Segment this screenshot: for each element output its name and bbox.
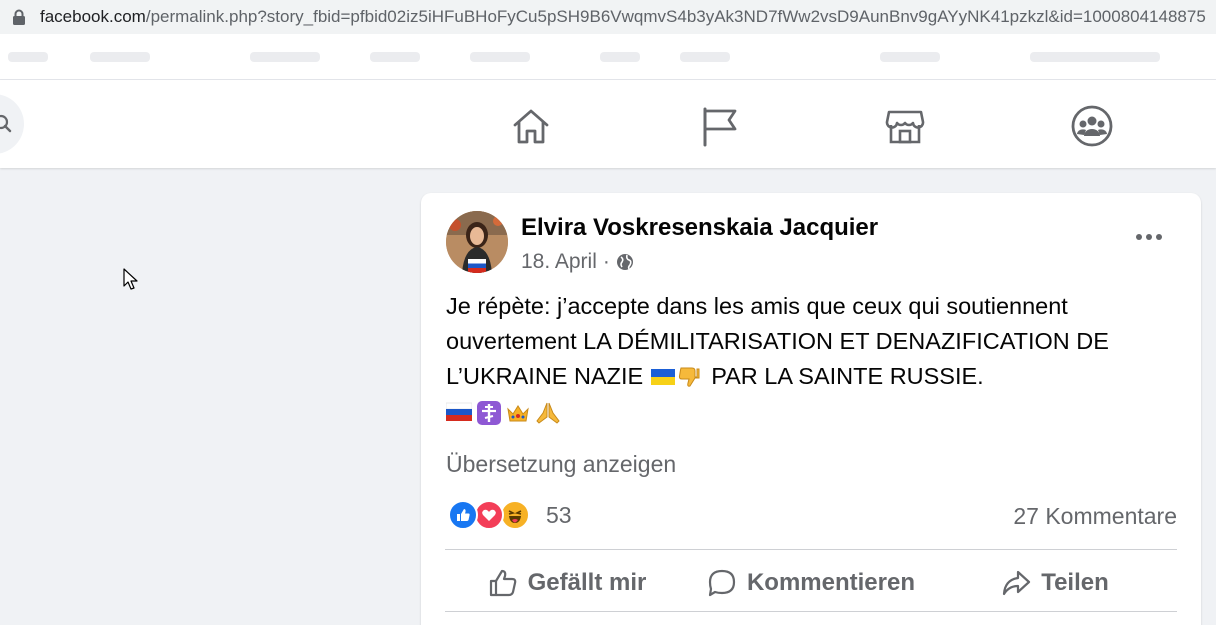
translate-link[interactable]: Übersetzung anzeigen	[446, 451, 676, 478]
divider	[445, 611, 1177, 612]
url-path: /permalink.php?story_fbid=pfbid02iz5iHFu…	[145, 7, 1206, 26]
thumbs-down-emoji	[679, 367, 700, 387]
post-emoji-row	[446, 401, 561, 425]
browser-address-bar[interactable]: facebook.com/permalink.php?story_fbid=pf…	[0, 0, 1216, 34]
share-button-label: Teilen	[1041, 569, 1109, 596]
praying-hands-emoji	[536, 402, 560, 424]
post-action-bar: Gefällt mir Kommentieren Teilen	[445, 557, 1177, 609]
more-dot	[1136, 234, 1142, 240]
orthodox-cross-emoji	[477, 401, 501, 425]
post-options-button[interactable]	[1129, 223, 1169, 251]
search-icon	[0, 114, 12, 133]
like-reaction-icon	[448, 500, 478, 530]
nav-groups[interactable]	[1070, 104, 1114, 148]
like-button[interactable]: Gefällt mir	[445, 557, 689, 609]
post-meta: 18. April ·	[521, 250, 634, 274]
author-avatar[interactable]	[446, 211, 508, 273]
like-button-label: Gefällt mir	[527, 569, 647, 596]
globe-icon	[616, 254, 633, 270]
divider	[445, 549, 1177, 550]
bookmarks-bar	[0, 34, 1216, 80]
profile-photo	[446, 211, 508, 273]
comment-icon	[708, 569, 736, 597]
more-dot	[1156, 234, 1162, 240]
search-button[interactable]	[0, 94, 24, 154]
url-domain: facebook.com	[40, 7, 146, 26]
nav-home[interactable]	[509, 104, 553, 148]
comments-count-link[interactable]: 27 Kommentare	[1013, 503, 1177, 530]
comment-button[interactable]: Kommentieren	[689, 557, 933, 609]
marketplace-icon	[885, 110, 925, 144]
nav-pages[interactable]	[697, 104, 741, 148]
thumbs-up-icon	[489, 569, 516, 597]
nav-marketplace[interactable]	[883, 104, 927, 148]
reactions-summary[interactable]: 53	[448, 500, 572, 530]
more-dot	[1146, 234, 1152, 240]
comment-button-label: Kommentieren	[746, 569, 916, 596]
home-icon	[513, 109, 549, 144]
share-icon	[1003, 570, 1031, 596]
url-text[interactable]: facebook.com/permalink.php?story_fbid=pf…	[40, 7, 1206, 27]
meta-separator: ·	[602, 250, 610, 273]
groups-icon	[1071, 105, 1113, 147]
share-button[interactable]: Teilen	[933, 557, 1177, 609]
post-body-line: Je répète: j’accepte dans les amis que c…	[446, 293, 1068, 319]
crown-emoji	[507, 405, 529, 422]
flag-icon	[703, 107, 737, 147]
post-author-name[interactable]: Elvira Voskresenskaia Jacquier	[521, 214, 878, 242]
post-body-line: ouvertement LA DÉMILITARISATION ET DENAZ…	[446, 328, 1109, 354]
lock-icon	[13, 9, 25, 25]
post-date[interactable]: 18. April	[521, 250, 597, 274]
post-body: Je répète: j’accepte dans les amis que c…	[446, 289, 1186, 394]
love-reaction-icon	[474, 500, 504, 530]
post-card: Elvira Voskresenskaia Jacquier 18. April…	[421, 193, 1201, 625]
russia-flag-emoji	[446, 402, 472, 421]
ukraine-flag-emoji	[651, 368, 676, 385]
mouse-cursor-icon	[123, 268, 138, 290]
reaction-count: 53	[546, 501, 572, 528]
post-body-line: L’UKRAINE NAZIE PAR LA SAINTE RUSSIE.	[446, 363, 984, 389]
facebook-top-nav	[0, 80, 1216, 168]
haha-reaction-icon	[500, 500, 530, 530]
